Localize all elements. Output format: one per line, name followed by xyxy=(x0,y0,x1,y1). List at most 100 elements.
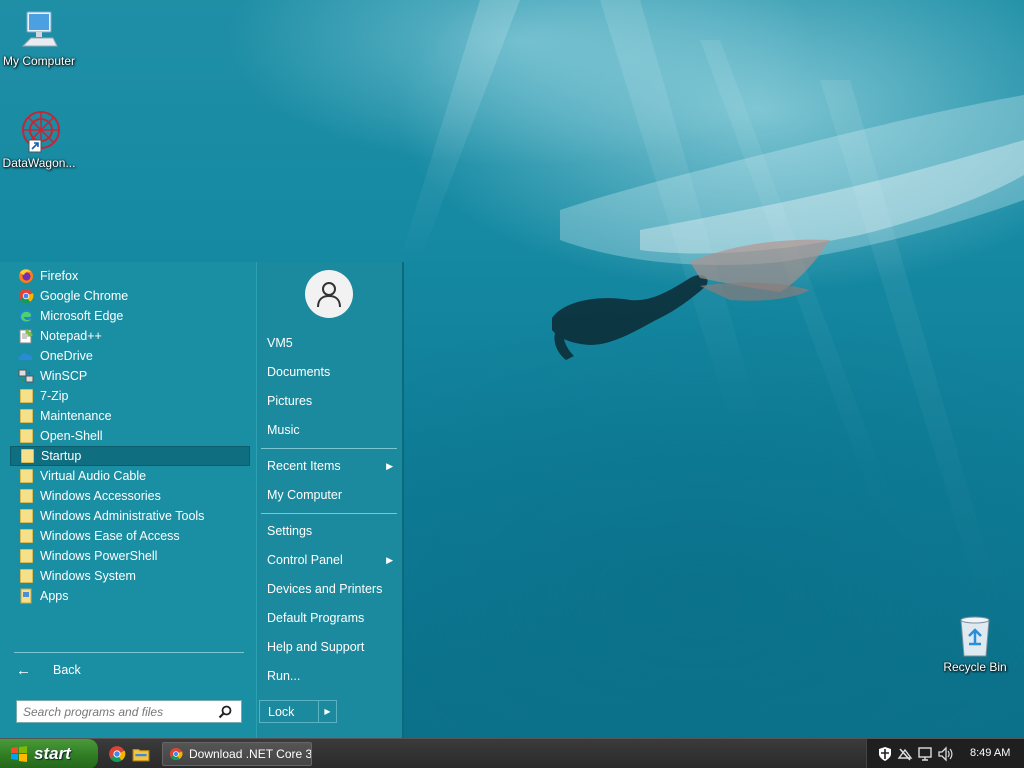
submenu-arrow-icon: ▶ xyxy=(386,460,393,471)
folder-icon xyxy=(18,508,34,524)
program-item-maintenance[interactable]: Maintenance xyxy=(10,406,250,426)
folder-icon xyxy=(18,468,34,484)
submenu-arrow-icon: ▶ xyxy=(386,554,393,565)
menu-item-documents[interactable]: Documents xyxy=(267,362,395,382)
program-item-apps[interactable]: Apps xyxy=(10,586,250,606)
edge-icon xyxy=(18,308,34,324)
start-menu: Firefox Google Chrome Microsoft Edge Not… xyxy=(0,262,404,738)
folder-icon xyxy=(19,448,35,464)
folder-icon xyxy=(18,568,34,584)
desktop-icon-label: Recycle Bin xyxy=(943,660,1007,674)
file-explorer-icon[interactable] xyxy=(132,745,150,763)
program-item-google-chrome[interactable]: Google Chrome xyxy=(10,286,250,306)
network-monitor-icon[interactable] xyxy=(917,746,933,762)
lock-button[interactable]: Lock ▶ xyxy=(259,700,337,723)
onedrive-icon xyxy=(18,348,34,364)
datawagon-shortcut-icon xyxy=(22,111,60,153)
menu-item-devices-printers[interactable]: Devices and Printers xyxy=(267,579,395,599)
program-list: Firefox Google Chrome Microsoft Edge Not… xyxy=(10,266,250,606)
program-item-windows-ease-of-access[interactable]: Windows Ease of Access xyxy=(10,526,250,546)
program-item-virtual-audio-cable[interactable]: Virtual Audio Cable xyxy=(10,466,250,486)
network-disconnected-icon[interactable] xyxy=(897,746,913,762)
back-button[interactable]: ← Back xyxy=(16,660,81,680)
program-item-windows-powershell[interactable]: Windows PowerShell xyxy=(10,546,250,566)
program-label: Firefox xyxy=(40,269,79,283)
menu-item-user[interactable]: VM5 xyxy=(267,333,395,353)
menu-item-settings[interactable]: Settings xyxy=(267,521,395,541)
program-label: Microsoft Edge xyxy=(40,309,124,323)
winscp-icon xyxy=(18,368,34,384)
program-item-windows-system[interactable]: Windows System xyxy=(10,566,250,586)
separator xyxy=(261,448,397,449)
menu-item-recent-items[interactable]: Recent Items ▶ xyxy=(267,456,395,476)
chrome-icon xyxy=(18,288,34,304)
arrow-left-icon: ← xyxy=(16,661,31,679)
program-label: Windows Ease of Access xyxy=(40,529,180,543)
program-label: 7-Zip xyxy=(40,389,69,403)
program-label: Apps xyxy=(40,589,69,603)
program-item-onedrive[interactable]: OneDrive xyxy=(10,346,250,366)
program-item-windows-administrative-tools[interactable]: Windows Administrative Tools xyxy=(10,506,250,526)
back-label: Back xyxy=(53,663,81,677)
program-item-microsoft-edge[interactable]: Microsoft Edge xyxy=(10,306,250,326)
security-shield-icon[interactable] xyxy=(877,746,893,762)
search-box xyxy=(16,700,242,723)
volume-icon[interactable] xyxy=(937,746,953,762)
firefox-icon xyxy=(18,268,34,284)
program-item-startup[interactable]: Startup xyxy=(10,446,250,466)
menu-item-help-support[interactable]: Help and Support xyxy=(267,637,395,657)
start-menu-places-pane: VM5 Documents Pictures Music Recent Item… xyxy=(256,262,404,738)
program-label: Open-Shell xyxy=(40,429,103,443)
search-input[interactable] xyxy=(17,701,213,722)
desktop-icon-recycle-bin[interactable]: Recycle Bin xyxy=(936,614,1014,674)
folder-icon xyxy=(18,428,34,444)
program-item-open-shell[interactable]: Open-Shell xyxy=(10,426,250,446)
program-item-7-zip[interactable]: 7-Zip xyxy=(10,386,250,406)
program-item-firefox[interactable]: Firefox xyxy=(10,266,250,286)
folder-icon xyxy=(18,388,34,404)
taskbar-button-label: Download .NET Core 3... xyxy=(189,747,312,761)
diver-silhouette xyxy=(552,239,830,360)
desktop-icon-datawagon[interactable]: DataWagon... xyxy=(0,110,78,170)
folder-icon xyxy=(18,488,34,504)
program-label: Maintenance xyxy=(40,409,112,423)
separator xyxy=(261,513,397,514)
program-label: Virtual Audio Cable xyxy=(40,469,147,483)
program-label: Windows System xyxy=(40,569,136,583)
chrome-icon[interactable] xyxy=(108,745,126,763)
program-label: Notepad++ xyxy=(40,329,102,343)
program-item-winscp[interactable]: WinSCP xyxy=(10,366,250,386)
program-label: Google Chrome xyxy=(40,289,129,303)
menu-item-control-panel[interactable]: Control Panel ▶ xyxy=(267,550,395,570)
apps-icon xyxy=(18,588,34,604)
program-label: Startup xyxy=(41,449,82,463)
start-label: start xyxy=(34,744,71,763)
menu-item-run[interactable]: Run... xyxy=(267,666,395,686)
menu-item-pictures[interactable]: Pictures xyxy=(267,391,395,411)
program-item-notepad-plus-plus[interactable]: Notepad++ xyxy=(10,326,250,346)
chrome-icon xyxy=(169,747,183,761)
start-button[interactable]: start xyxy=(0,739,98,768)
search-icon[interactable] xyxy=(213,701,237,722)
clock[interactable]: 8:49 AM xyxy=(970,747,1010,759)
separator xyxy=(14,652,244,653)
windows-logo-icon xyxy=(11,746,27,762)
program-label: OneDrive xyxy=(40,349,93,363)
start-menu-programs-pane: Firefox Google Chrome Microsoft Edge Not… xyxy=(0,262,256,738)
user-icon xyxy=(317,282,341,308)
folder-icon xyxy=(18,408,34,424)
lock-options-arrow-icon[interactable]: ▶ xyxy=(318,701,336,722)
avatar[interactable] xyxy=(305,270,353,318)
lock-label: Lock xyxy=(268,704,295,719)
notepad-plus-plus-icon xyxy=(18,328,34,344)
menu-item-default-programs[interactable]: Default Programs xyxy=(267,608,395,628)
menu-item-music[interactable]: Music xyxy=(267,420,395,440)
desktop-icon-label: My Computer xyxy=(2,54,76,68)
taskbar-button-chrome-window[interactable]: Download .NET Core 3... xyxy=(162,742,312,766)
menu-item-my-computer[interactable]: My Computer xyxy=(267,485,395,505)
folder-icon xyxy=(18,548,34,564)
program-item-windows-accessories[interactable]: Windows Accessories xyxy=(10,486,250,506)
program-label: Windows PowerShell xyxy=(40,549,158,563)
desktop-icon-my-computer[interactable]: My Computer xyxy=(0,10,78,68)
computer-icon xyxy=(21,11,58,47)
